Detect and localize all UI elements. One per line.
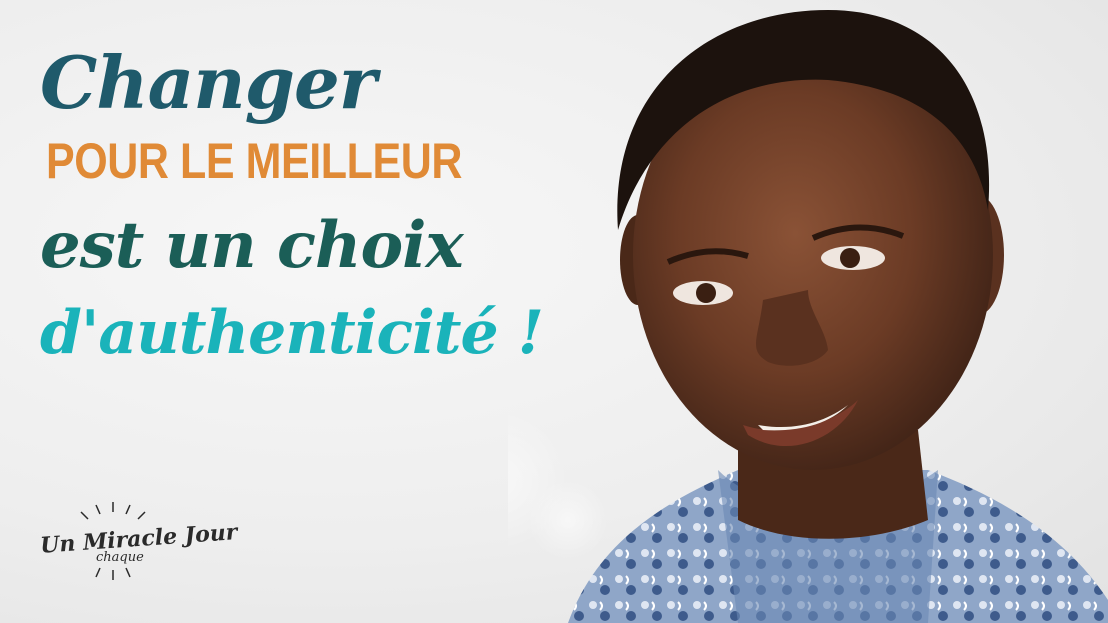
headline-line-est-un-choix: est un choix [40, 208, 464, 283]
logo-sub-text: chaque [96, 550, 144, 565]
headline-line-changer: Changer [40, 40, 377, 125]
headline-line-pour-le-meilleur: POUR LE MEILLEUR [46, 133, 462, 189]
headline-line-authenticite: d'authenticité ! [40, 298, 544, 368]
child-portrait-photo [508, 10, 1108, 623]
brand-logo: Un Miracle Jour chaque [38, 498, 238, 586]
